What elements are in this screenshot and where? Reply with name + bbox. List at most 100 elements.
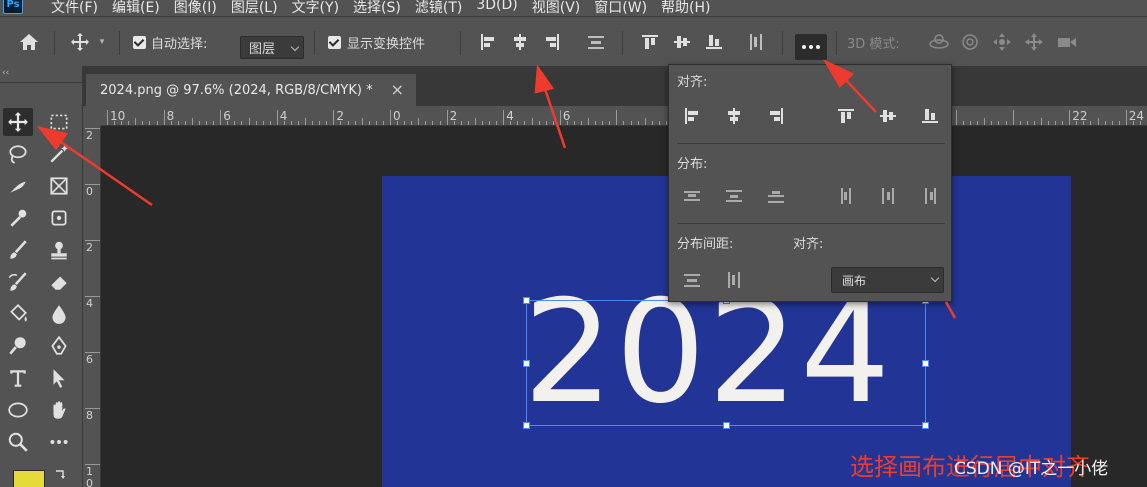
move-tool[interactable] (3, 108, 33, 136)
menu-layer[interactable]: 图层(L) (231, 0, 278, 16)
3d-orbit-button[interactable] (926, 17, 952, 67)
move-tool-preset[interactable] (66, 17, 94, 67)
distribute-horizontal-button[interactable] (744, 17, 768, 67)
align-right-button[interactable] (540, 17, 564, 67)
popup-align-middle-button[interactable] (877, 105, 899, 127)
align-bottom-button[interactable] (702, 17, 726, 67)
distribute-hcenter-button[interactable] (877, 185, 899, 207)
ruler-label: 8 (166, 109, 175, 123)
menu-type[interactable]: 文字(Y) (292, 0, 339, 16)
lasso-tool[interactable] (3, 140, 33, 168)
distribute-right-button[interactable] (919, 185, 941, 207)
path-selection-tool[interactable] (44, 364, 74, 392)
frame-tool[interactable] (44, 172, 74, 200)
menu-select[interactable]: 选择(S) (353, 0, 401, 16)
popup-align-left-button[interactable] (681, 105, 703, 127)
ruler-tick (163, 110, 165, 125)
popup-align-center-button[interactable] (723, 105, 745, 127)
distribute-horizontal-icon (750, 34, 762, 50)
ruler-tick (616, 110, 618, 125)
marquee-tool[interactable] (44, 108, 74, 136)
distribute-left-button[interactable] (835, 185, 857, 207)
eraser-icon (51, 276, 67, 290)
shape-tool[interactable] (3, 396, 33, 424)
ruler-minor-tick (984, 118, 986, 125)
distribute-vertical-button[interactable] (584, 17, 608, 67)
collapse-panel-icon[interactable]: ‹‹ (2, 68, 9, 78)
menu-edit[interactable]: 编辑(E) (112, 0, 160, 16)
align-vertical-center-icon (674, 36, 690, 48)
quick-selection-tool[interactable] (3, 172, 33, 200)
distribute-vertical-spacing-button[interactable] (681, 269, 703, 291)
menu-3d[interactable]: 3D(D) (476, 0, 517, 16)
distribute-bottom-button[interactable] (765, 185, 787, 207)
ruler-label: 4 (506, 109, 514, 123)
transform-controls-checkbox[interactable] (326, 17, 342, 67)
hand-tool[interactable] (44, 396, 74, 424)
ruler-tick (276, 110, 278, 125)
eraser-tool[interactable] (44, 268, 74, 296)
auto-select-checkbox[interactable] (131, 17, 147, 67)
magic-wand-tool[interactable] (44, 140, 74, 168)
eyedropper-tool[interactable] (3, 204, 33, 232)
menu-file[interactable]: 文件(F) (51, 0, 98, 16)
auto-select-dropdown[interactable]: 图层 (240, 36, 304, 59)
3d-camera-button[interactable] (1054, 17, 1080, 67)
align-top-button[interactable] (638, 17, 662, 67)
popup-align-right-button[interactable] (765, 105, 787, 127)
distribute-horizontal-spacing-button[interactable] (723, 269, 745, 291)
paint-bucket-tool[interactable] (3, 300, 33, 328)
brush-tool[interactable] (3, 236, 33, 264)
blur-tool[interactable] (44, 300, 74, 328)
clone-stamp-tool[interactable] (44, 236, 74, 264)
align-right-icon (546, 34, 559, 50)
dodge-tool[interactable] (3, 332, 33, 360)
menu-filter[interactable]: 滤镜(T) (415, 0, 462, 16)
3d-roll-button[interactable] (958, 17, 982, 67)
align-horizontal-center-button[interactable] (508, 17, 532, 67)
transform-handle[interactable] (922, 422, 929, 429)
home-button[interactable] (14, 17, 44, 67)
drop-icon (52, 305, 66, 324)
menu-window[interactable]: 窗口(W) (594, 0, 647, 16)
align-vertical-center-button[interactable] (670, 17, 694, 67)
type-tool[interactable] (3, 364, 33, 392)
arrow-cursor-icon (53, 369, 65, 388)
pen-tool[interactable] (44, 332, 74, 360)
swap-colors-icon[interactable] (53, 468, 67, 482)
popup-align-top-button[interactable] (835, 105, 857, 127)
canvas-area[interactable]: 2024 (101, 126, 1147, 487)
align-horizontal-center-icon (728, 108, 740, 124)
close-icon[interactable]: × (391, 80, 404, 99)
3d-slide-button[interactable] (1022, 17, 1046, 67)
menu-view[interactable]: 视图(V) (532, 0, 581, 16)
transform-handle[interactable] (523, 422, 530, 429)
dodge-icon (9, 337, 26, 355)
transform-handle[interactable] (723, 422, 730, 429)
menu-help[interactable]: 帮助(H) (661, 0, 710, 16)
distribute-center-button[interactable] (723, 185, 745, 207)
more-tools-button[interactable] (44, 428, 74, 456)
ruler-label: 4 (279, 109, 288, 123)
foreground-color-swatch[interactable] (13, 470, 45, 487)
align-left-button[interactable] (476, 17, 500, 67)
transform-bounding-box[interactable] (523, 297, 929, 429)
more-options-button[interactable] (795, 34, 827, 60)
transform-handle[interactable] (523, 297, 530, 304)
zoom-tool[interactable] (3, 428, 33, 456)
history-brush-tool[interactable] (3, 268, 33, 296)
ruler-minor-tick (191, 118, 193, 125)
transform-handle[interactable] (523, 360, 530, 367)
popup-align-bottom-button[interactable] (919, 105, 941, 127)
3d-pan-icon (993, 33, 1011, 51)
distribute-top-button[interactable] (681, 185, 703, 207)
document-tab[interactable]: 2024.png @ 97.6% (2024, RGB/8/CMYK) * × (86, 74, 416, 106)
transform-controls-label: 显示变换控件 (347, 36, 426, 52)
transform-handle[interactable] (922, 360, 929, 367)
menu-image[interactable]: 图像(I) (174, 0, 217, 16)
spot-healing-tool[interactable] (44, 204, 74, 232)
ruler-tick (107, 110, 108, 125)
chevron-down-icon[interactable]: ▾ (96, 17, 108, 67)
align-to-select[interactable]: 画布 (831, 267, 944, 293)
3d-pan-button[interactable] (990, 17, 1014, 67)
